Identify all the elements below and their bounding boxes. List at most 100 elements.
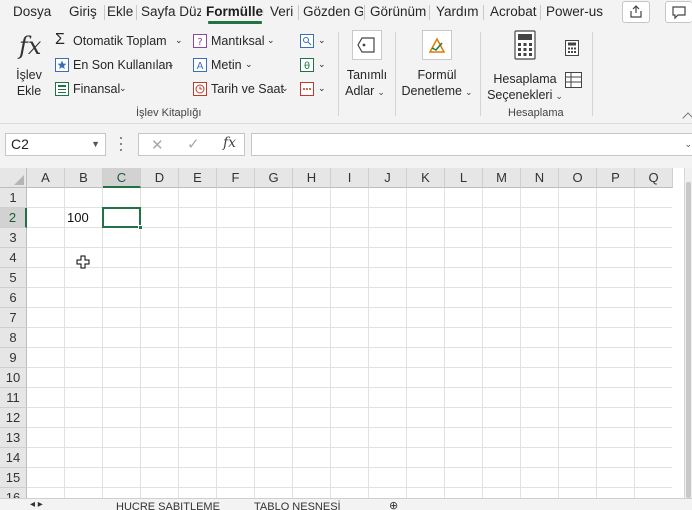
row-header-7[interactable]: 7 [0,308,27,328]
chevron-down-icon: ⌄ [464,87,473,97]
autosum-button[interactable]: Σ Otomatik Toplam ⌄ [55,31,187,51]
fx-icon: fx [19,32,42,60]
column-header-j[interactable]: J [369,168,407,188]
tab-file[interactable]: Dosya [13,0,53,24]
fill-handle[interactable] [138,225,143,230]
calculator-small-icon [565,40,579,56]
tab-formulas[interactable]: Formüller [206,0,264,24]
row-header-8[interactable]: 8 [0,328,27,348]
chevron-down-icon: ⌄ [267,35,275,45]
vertical-scrollbar-thumb[interactable] [686,182,691,498]
insert-function-label-1: İşlev [16,68,42,82]
tab-help[interactable]: Yardım [436,0,478,24]
column-header-e[interactable]: E [179,168,217,188]
active-cell-border[interactable] [102,207,141,228]
excel-window: Dosya Giriş Ekle Sayfa Düz Formüller Ver… [0,0,692,510]
tab-acrobat[interactable]: Acrobat [490,0,538,24]
tab-power-user[interactable]: Power-us [546,0,604,24]
row-header-6[interactable]: 6 [0,288,27,308]
cell-b2[interactable]: 100 [67,210,89,225]
lookup-reference-button[interactable]: ⌄ [300,33,330,51]
chevron-down-icon: ⌄ [377,87,385,97]
logical-button[interactable]: ? Mantıksal ⌄ [193,33,283,51]
select-all-corner[interactable] [0,168,27,188]
tab-view[interactable]: Görünüm [370,0,426,24]
share-button[interactable] [622,1,650,23]
row-header-14[interactable]: 14 [0,448,27,468]
ribbon-collapse-icon[interactable] [682,112,692,124]
select-all-triangle-icon [14,175,24,185]
column-header-l[interactable]: L [445,168,483,188]
date-time-button[interactable]: Tarih ve Saat ⌄ [193,81,293,99]
name-box[interactable]: C2 ▼ [5,133,106,156]
tab-review[interactable]: Gözden G [303,0,363,24]
row-header-5[interactable]: 5 [0,268,27,288]
expand-formula-bar-icon[interactable]: ⌄ [684,139,692,150]
chevron-down-icon: ⌄ [555,91,563,101]
row-header-9[interactable]: 9 [0,348,27,368]
worksheet-grid: ABCDEFGHIJKLMNOPQ 1 2 3 4 5 6 7 8 9 10 11 12 13 14 15 1… [0,168,692,510]
tab-insert[interactable]: Ekle [107,0,135,24]
row-header-3[interactable]: 3 [0,228,27,248]
cell-cursor-icon [76,255,90,269]
column-header-g[interactable]: G [255,168,293,188]
recently-used-button[interactable]: En Son Kullanılan ⌄ [55,57,187,75]
text-button[interactable]: A Metin ⌄ [193,57,283,75]
row-header-1[interactable]: 1 [0,188,27,208]
tab-page-layout[interactable]: Sayfa Düz [141,0,201,24]
column-header-p[interactable]: P [597,168,635,188]
add-sheet-icon[interactable]: ⊕ [389,499,398,510]
column-header-n[interactable]: N [521,168,559,188]
formula-auditing-button[interactable]: Formül Denetleme ⌄ [400,30,474,102]
row-header-13[interactable]: 13 [0,428,27,448]
column-header-b[interactable]: B [65,168,103,188]
calculation-options-button[interactable]: Hesaplama Seçenekleri ⌄ [487,30,563,102]
sheet-tab-bar: ◂ ▸ HUCRE SABITLEME TABLO NESNESİ ⊕ [0,498,692,510]
column-header-i[interactable]: I [331,168,369,188]
calc-options-label-2: Seçenekleri ⌄ [487,88,563,102]
column-header-q[interactable]: Q [635,168,673,188]
calculate-now-button[interactable] [565,40,581,58]
insert-function-button[interactable]: fx İşlev Ekle [10,30,50,100]
financial-button[interactable]: Finansal ⌄ [55,81,187,99]
star-icon [55,58,69,72]
chevron-down-icon: ⌄ [119,83,127,93]
enter-icon[interactable]: ✓ [187,135,200,153]
column-header-m[interactable]: M [483,168,521,188]
column-header-c[interactable]: C [103,168,141,188]
insert-function-label-2: Ekle [16,84,42,98]
cancel-icon[interactable]: ✕ [151,136,164,154]
sheet-tab-tablo-nesnesi[interactable]: TABLO NESNESİ [254,501,341,510]
row-header-4[interactable]: 4 [0,248,27,268]
column-header-o[interactable]: O [559,168,597,188]
calculate-sheet-button[interactable] [565,72,583,90]
column-header-a[interactable]: A [27,168,65,188]
row-header-10[interactable]: 10 [0,368,27,388]
row-header-11[interactable]: 11 [0,388,27,408]
calc-options-label-1: Hesaplama [493,72,557,86]
sheet-tab-hucre-sabitleme[interactable]: HUCRE SABITLEME [116,501,220,510]
row-header-12[interactable]: 12 [0,408,27,428]
column-header-f[interactable]: F [217,168,255,188]
chevron-down-icon[interactable]: ▼ [91,134,100,155]
more-functions-button[interactable]: ⌄ [300,81,330,99]
column-header-d[interactable]: D [141,168,179,188]
comments-button[interactable] [665,1,692,23]
defined-names-button[interactable]: Tanımlı Adlar ⌄ [343,30,391,102]
name-box-value: C2 [11,136,29,152]
formula-input[interactable]: ⌄ [251,133,692,156]
math-trig-button[interactable]: θ ⌄ [300,57,330,75]
cell-area[interactable] [27,188,672,498]
logical-icon: ? [193,34,207,48]
text-icon: A [193,58,207,72]
sheet-nav-icon[interactable]: ◂ ▸ [30,499,43,510]
financial-label: Finansal [73,82,121,96]
column-header-h[interactable]: H [293,168,331,188]
insert-function-icon[interactable]: fx [223,135,236,151]
tab-data[interactable]: Veri [270,0,296,24]
chevron-down-icon: ⌄ [318,83,326,93]
row-header-15[interactable]: 15 [0,468,27,488]
tab-home[interactable]: Giriş [69,0,99,24]
row-header-2[interactable]: 2 [0,208,27,228]
column-header-k[interactable]: K [407,168,445,188]
